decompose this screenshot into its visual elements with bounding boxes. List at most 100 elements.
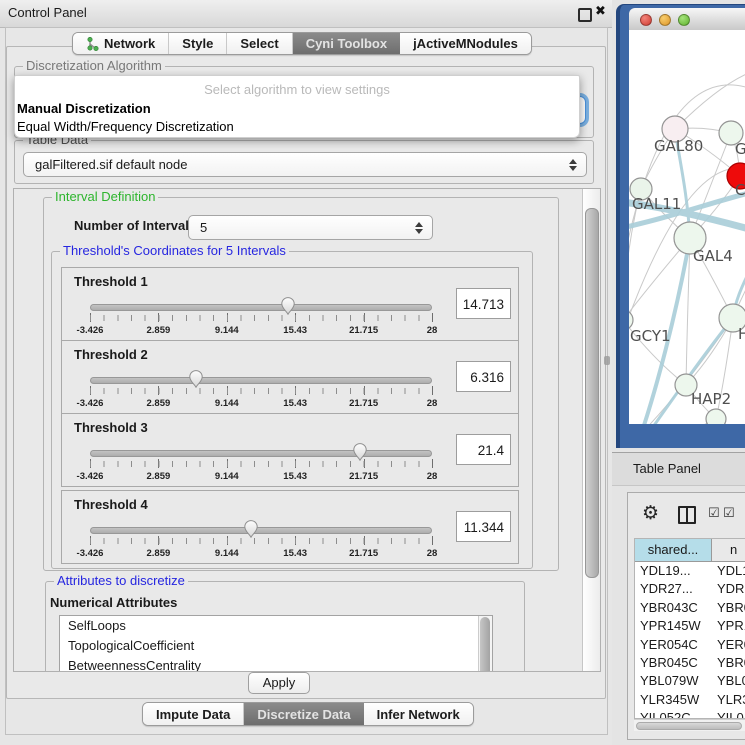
menu-item-manual-discretization[interactable]: Manual Discretization: [17, 101, 151, 116]
spinner-stepper-icon: [415, 221, 423, 235]
tab-impute-data[interactable]: Impute Data: [143, 703, 244, 725]
threshold-2-slider[interactable]: -3.426 2.859 9.144 15.43 21.715 28: [90, 371, 432, 413]
tab-infer-network-label: Infer Network: [377, 704, 460, 725]
threshold-3-value-field[interactable]: 21.4: [456, 434, 511, 465]
node-label-gcy1: GCY1: [630, 327, 671, 345]
table-header-row: shared... n: [635, 539, 745, 562]
tab-discretize-data-label: Discretize Data: [257, 704, 350, 725]
slider-ticks: [90, 538, 432, 544]
threshold-4-value-field[interactable]: 11.344: [456, 511, 511, 542]
thresholds-group-title: Threshold's Coordinates for 5 Intervals: [60, 243, 289, 258]
tick-label: 9.144: [215, 398, 239, 409]
settings-scrollbar[interactable]: [582, 189, 600, 671]
number-of-intervals-spinner[interactable]: 5: [188, 215, 433, 240]
checkbox-column-icon-2[interactable]: ☑: [723, 505, 735, 521]
table-horizontal-scrollbar-thumb[interactable]: [636, 722, 742, 730]
minimize-traffic-light-icon[interactable]: [659, 14, 671, 26]
threshold-4-slider[interactable]: -3.426 2.859 9.144 15.43 21.715 28: [90, 521, 432, 563]
table-row[interactable]: YBR043CYBR0: [635, 599, 745, 617]
slider-handle[interactable]: [352, 441, 368, 461]
node-label-gal11: GAL11: [632, 195, 681, 213]
tick-label: 15.43: [283, 325, 307, 336]
attributes-group-title: Attributes to discretize: [54, 573, 188, 588]
settings-scrollbar-thumb[interactable]: [585, 208, 599, 578]
tick-label: 15.43: [283, 548, 307, 559]
network-window-titlebar[interactable]: [629, 8, 745, 31]
table-horizontal-scrollbar[interactable]: [634, 719, 745, 731]
slider-handle[interactable]: [243, 518, 259, 538]
close-icon[interactable]: ✖: [595, 3, 606, 19]
tick-label: -3.426: [77, 471, 104, 482]
list-item-topologicalcoefficient[interactable]: TopologicalCoefficient: [60, 636, 492, 656]
tab-select[interactable]: Select: [227, 33, 292, 54]
threshold-2-value-field[interactable]: 6.316: [456, 361, 511, 392]
table-data-combobox[interactable]: galFiltered.sif default node: [23, 152, 587, 177]
tab-discretize-data[interactable]: Discretize Data: [244, 703, 363, 725]
apply-button[interactable]: Apply: [248, 672, 310, 694]
table-row[interactable]: YPR145WYPR1: [635, 617, 745, 635]
threshold-1-slider[interactable]: -3.426 2.859 9.144 15.43 21.715 28: [90, 298, 432, 340]
slider-handle[interactable]: [280, 295, 296, 315]
slider-track[interactable]: [90, 304, 432, 311]
slider-handle[interactable]: [188, 368, 204, 388]
tick-label: 28: [427, 471, 438, 482]
panel-splitter-grip[interactable]: [604, 356, 610, 365]
threshold-1-title: Threshold 1: [74, 274, 148, 289]
gear-icon[interactable]: ⚙: [642, 502, 659, 525]
node-label-g-partial: GA: [735, 140, 745, 158]
list-scrollbar[interactable]: [478, 616, 492, 672]
slider-track[interactable]: [90, 377, 432, 384]
slider-track[interactable]: [90, 527, 432, 534]
column-header-name[interactable]: n: [712, 539, 745, 561]
float-window-icon[interactable]: [578, 8, 592, 22]
tab-style[interactable]: Style: [169, 33, 227, 54]
tab-jactivemnodules[interactable]: jActiveMNodules: [400, 33, 531, 54]
table-row[interactable]: YDL19...YDL1: [635, 562, 745, 580]
node-label-gal80: GAL80: [654, 137, 703, 155]
tab-jactivemnodules-label: jActiveMNodules: [413, 36, 518, 51]
menu-item-equal-width-frequency[interactable]: Equal Width/Frequency Discretization: [17, 119, 234, 134]
tab-network-label: Network: [104, 36, 155, 51]
network-canvas[interactable]: GAL80 GA CY GAL11 GAL4 GCY1 HA HAP2: [629, 30, 745, 424]
checkbox-column-icon[interactable]: ☑: [708, 505, 720, 521]
threshold-4-panel: Threshold 4 -3.426 2.859 9.144 15.43 21.…: [61, 490, 519, 564]
threshold-3-slider[interactable]: -3.426 2.859 9.144 15.43 21.715 28: [90, 444, 432, 486]
combobox-stepper-icon: [569, 158, 577, 172]
control-panel-header: Control Panel ✖: [0, 0, 612, 28]
tab-impute-data-label: Impute Data: [156, 704, 230, 725]
table-data-combobox-value: galFiltered.sif default node: [35, 153, 187, 176]
node-bottom[interactable]: [706, 409, 726, 424]
interval-definition-title: Interval Definition: [52, 189, 158, 204]
zoom-traffic-light-icon[interactable]: [678, 14, 690, 26]
tab-cyni-toolbox[interactable]: Cyni Toolbox: [293, 33, 400, 54]
threshold-2-title: Threshold 2: [74, 347, 148, 362]
close-traffic-light-icon[interactable]: [640, 14, 652, 26]
table-row[interactable]: YLR345WYLR3: [635, 691, 745, 709]
column-header-shared-name[interactable]: shared...: [635, 539, 712, 561]
tick-label: 21.715: [349, 471, 378, 482]
table-row[interactable]: YBR045CYBR0: [635, 654, 745, 672]
node-label-hap2: HAP2: [691, 390, 731, 408]
tab-infer-network[interactable]: Infer Network: [364, 703, 473, 725]
tick-label: -3.426: [77, 548, 104, 559]
threshold-3-panel: Threshold 3 -3.426 2.859 9.144 15.43 21.…: [61, 413, 519, 487]
table-row[interactable]: YIL052CYIL0: [635, 709, 745, 719]
split-columns-icon[interactable]: [678, 506, 696, 524]
table-row[interactable]: YER054CYER0: [635, 636, 745, 654]
number-of-intervals-value: 5: [200, 216, 207, 239]
control-panel-tabs: Network Style Select Cyni Toolbox jActiv…: [72, 32, 532, 55]
table-row[interactable]: YBL079WYBL0: [635, 672, 745, 690]
node-label-c-partial: CY: [735, 181, 745, 199]
list-item-betweennesscentrality[interactable]: BetweennessCentrality: [60, 656, 492, 672]
numerical-attributes-list[interactable]: SelfLoops TopologicalCoefficient Between…: [59, 615, 493, 672]
tab-network[interactable]: Network: [73, 33, 169, 54]
tick-label: 9.144: [215, 548, 239, 559]
table-panel-header: Table Panel: [612, 452, 745, 486]
table-row[interactable]: YDR27...YDR2: [635, 580, 745, 598]
threshold-2-panel: Threshold 2 -3.426 2.859 9.144 15.43 21.…: [61, 340, 519, 414]
node-table[interactable]: shared... n YDL19...YDL1 YDR27...YDR2 YB…: [634, 538, 745, 719]
tick-label: 2.859: [147, 471, 171, 482]
slider-track[interactable]: [90, 450, 432, 457]
list-item-selfloops[interactable]: SelfLoops: [60, 616, 492, 636]
threshold-1-value-field[interactable]: 14.713: [456, 288, 511, 319]
